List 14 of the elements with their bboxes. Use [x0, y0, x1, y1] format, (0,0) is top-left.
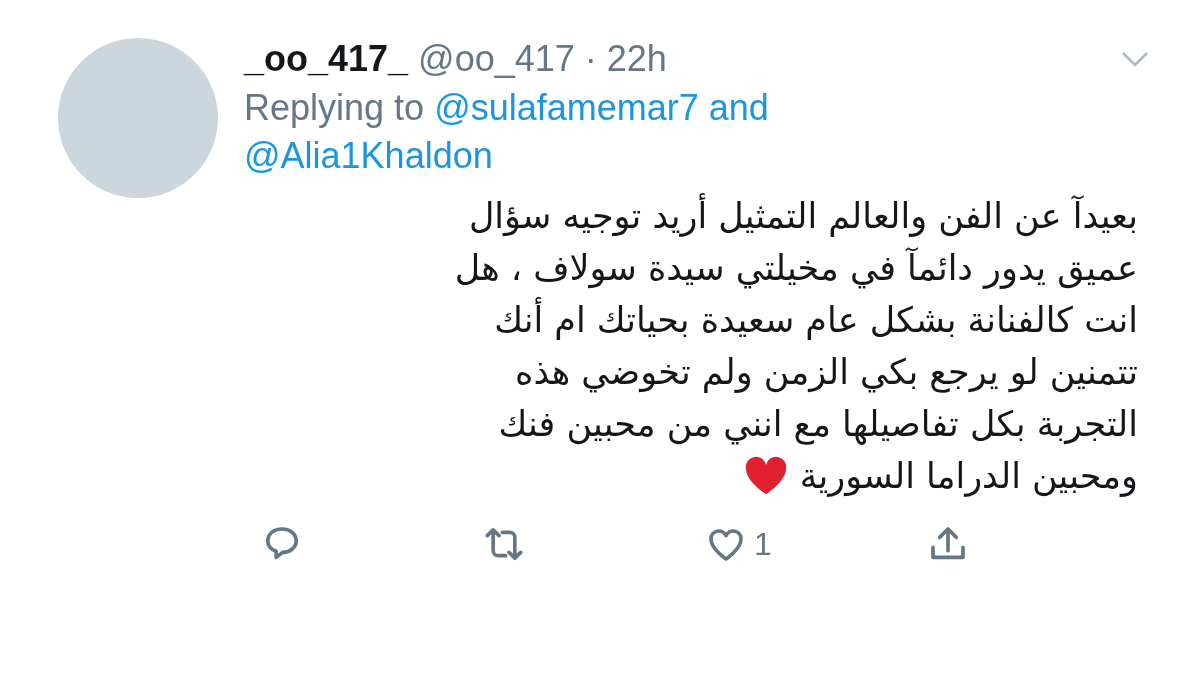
tweet-meta: @oo_417 · 22h	[418, 38, 667, 80]
mention-link[interactable]: @Alia1Khaldon	[244, 135, 493, 176]
tweet-text-line: ومحبين الدراما السورية	[799, 455, 1138, 499]
tweet-text-line: بعيدآ عن الفن والعالم التمثيل أريد توجيه سؤال	[468, 190, 1138, 242]
heart-emoji-icon	[743, 456, 788, 496]
tweet-text-line: انت كالفنانة بشكل عام سعيدة بحياتك ام أنك	[494, 294, 1138, 346]
like-count: 1	[754, 525, 772, 563]
display-name[interactable]: _oo_417_	[244, 38, 409, 80]
tweet-text-line: عميق يدور دائمآ في مخيلتي سيدة سولاف ، هل	[454, 246, 1138, 291]
tweet-text-line: التجربة بكل تفاصيلها مع انني من محبين فنك	[498, 403, 1138, 447]
mention-link[interactable]: @sulafamemar7	[434, 87, 699, 128]
conjunction-text: and	[708, 87, 769, 128]
replying-label: Replying to	[244, 87, 425, 128]
tweet-text-line: تتمنين لو يرجع بكي الزمن ولم تخوضي هذه	[515, 351, 1138, 395]
